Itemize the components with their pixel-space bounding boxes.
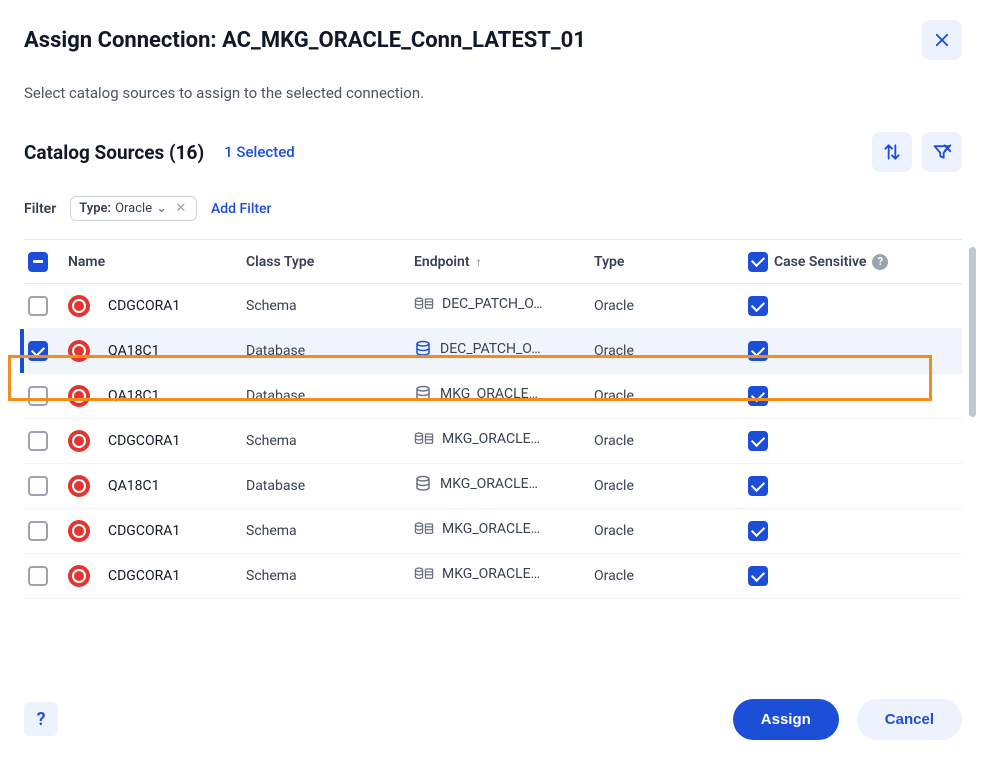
row-endpoint: MKG_ORACLE… — [414, 566, 594, 586]
chevron-down-icon: ⌄ — [156, 201, 167, 216]
assign-connection-dialog: Assign Connection: AC_MKG_ORACLE_Conn_LA… — [0, 0, 986, 599]
row-name: CDGCORA1 — [108, 433, 246, 449]
row-name: QA18C1 — [108, 388, 246, 404]
source-type-icon — [68, 475, 108, 497]
source-type-icon — [68, 430, 108, 452]
col-case-sensitive[interactable]: Case Sensitive ? — [748, 252, 898, 272]
row-class-type: Schema — [246, 523, 414, 539]
row-case-sensitive[interactable] — [748, 296, 898, 316]
row-class-type: Schema — [246, 568, 414, 584]
remove-filter-icon[interactable]: ✕ — [174, 202, 188, 216]
clear-filter-button[interactable] — [922, 132, 962, 172]
row-checkbox[interactable] — [28, 341, 68, 361]
sort-button[interactable] — [872, 132, 912, 172]
row-class-type: Database — [246, 343, 414, 359]
row-name: QA18C1 — [108, 343, 246, 359]
toolbar-buttons — [872, 132, 962, 172]
source-type-icon — [68, 565, 108, 587]
row-checkbox[interactable] — [28, 431, 68, 451]
table-body: CDGCORA1SchemaDEC_PATCH_O…OracleQA18C1Da… — [24, 284, 962, 599]
row-type: Oracle — [594, 388, 748, 404]
col-class-type[interactable]: Class Type — [246, 254, 414, 270]
row-type: Oracle — [594, 343, 748, 359]
filter-label: Filter — [24, 201, 56, 217]
row-class-type: Schema — [246, 298, 414, 314]
close-button[interactable] — [922, 20, 962, 60]
row-case-sensitive[interactable] — [748, 386, 898, 406]
row-endpoint: MKG_ORACLE… — [414, 431, 594, 451]
table-header-row: Name Class Type Endpoint↑ Type Case Sens… — [24, 239, 962, 284]
row-type: Oracle — [594, 478, 748, 494]
row-endpoint: MKG_ORACLE… — [414, 475, 594, 497]
dialog-header: Assign Connection: AC_MKG_ORACLE_Conn_LA… — [24, 20, 962, 60]
source-type-icon — [68, 340, 108, 362]
table-row[interactable]: CDGCORA1SchemaDEC_PATCH_O…Oracle — [24, 284, 962, 329]
filter-chip-value: Oracle — [115, 201, 152, 216]
filter-row: Filter Type: Oracle ⌄ ✕ Add Filter — [24, 196, 962, 221]
row-name: CDGCORA1 — [108, 298, 246, 314]
row-case-sensitive[interactable] — [748, 431, 898, 451]
col-endpoint[interactable]: Endpoint↑ — [414, 254, 594, 270]
dialog-subtitle: Select catalog sources to assign to the … — [24, 84, 962, 102]
row-case-sensitive[interactable] — [748, 521, 898, 541]
row-type: Oracle — [594, 433, 748, 449]
source-type-icon — [68, 385, 108, 407]
table-row[interactable]: CDGCORA1SchemaMKG_ORACLE…Oracle — [24, 509, 962, 554]
table-row[interactable]: QA18C1DatabaseDEC_PATCH_O…Oracle — [24, 329, 962, 374]
dialog-footer: ? Assign Cancel — [0, 679, 986, 759]
row-type: Oracle — [594, 523, 748, 539]
selected-count[interactable]: 1 Selected — [224, 143, 295, 161]
row-class-type: Database — [246, 388, 414, 404]
row-checkbox[interactable] — [28, 386, 68, 406]
row-checkbox[interactable] — [28, 566, 68, 586]
row-case-sensitive[interactable] — [748, 341, 898, 361]
dialog-title: Assign Connection: AC_MKG_ORACLE_Conn_LA… — [24, 28, 586, 53]
source-type-icon — [68, 295, 108, 317]
scrollbar-thumb[interactable] — [969, 247, 976, 417]
table-row[interactable]: QA18C1DatabaseMKG_ORACLE…Oracle — [24, 374, 962, 419]
row-checkbox[interactable] — [28, 296, 68, 316]
source-type-icon — [68, 520, 108, 542]
filter-chip-prefix: Type: — [79, 201, 111, 216]
help-button[interactable]: ? — [24, 702, 58, 736]
col-type[interactable]: Type — [594, 254, 748, 270]
footer-actions: Assign Cancel — [733, 699, 962, 740]
close-icon — [933, 31, 951, 49]
sort-icon — [882, 142, 902, 162]
row-class-type: Database — [246, 478, 414, 494]
table-row[interactable]: QA18C1DatabaseMKG_ORACLE…Oracle — [24, 464, 962, 509]
catalog-sources-table: Name Class Type Endpoint↑ Type Case Sens… — [24, 239, 962, 599]
section-header: Catalog Sources (16) 1 Selected — [24, 132, 962, 172]
row-endpoint: DEC_PATCH_O… — [414, 340, 594, 362]
row-checkbox[interactable] — [28, 521, 68, 541]
row-class-type: Schema — [246, 433, 414, 449]
row-name: CDGCORA1 — [108, 568, 246, 584]
info-icon[interactable]: ? — [872, 254, 888, 270]
row-case-sensitive[interactable] — [748, 476, 898, 496]
cancel-button[interactable]: Cancel — [857, 699, 962, 740]
sort-asc-icon: ↑ — [476, 255, 482, 269]
clear-filter-icon — [932, 142, 952, 162]
case-sensitive-header-checkbox[interactable] — [748, 252, 768, 272]
row-type: Oracle — [594, 568, 748, 584]
row-endpoint: DEC_PATCH_O… — [414, 296, 594, 316]
add-filter-link[interactable]: Add Filter — [211, 201, 272, 217]
select-all-checkbox[interactable] — [28, 252, 68, 272]
row-name: QA18C1 — [108, 478, 246, 494]
section-title: Catalog Sources (16) — [24, 141, 204, 164]
table-row[interactable]: CDGCORA1SchemaMKG_ORACLE…Oracle — [24, 419, 962, 464]
row-endpoint: MKG_ORACLE… — [414, 521, 594, 541]
filter-chip-type[interactable]: Type: Oracle ⌄ ✕ — [70, 196, 197, 221]
table-row[interactable]: CDGCORA1SchemaMKG_ORACLE…Oracle — [24, 554, 962, 599]
row-checkbox[interactable] — [28, 476, 68, 496]
assign-button[interactable]: Assign — [733, 699, 839, 740]
row-type: Oracle — [594, 298, 748, 314]
row-case-sensitive[interactable] — [748, 566, 898, 586]
col-name[interactable]: Name — [68, 254, 246, 270]
row-name: CDGCORA1 — [108, 523, 246, 539]
row-endpoint: MKG_ORACLE… — [414, 385, 594, 407]
